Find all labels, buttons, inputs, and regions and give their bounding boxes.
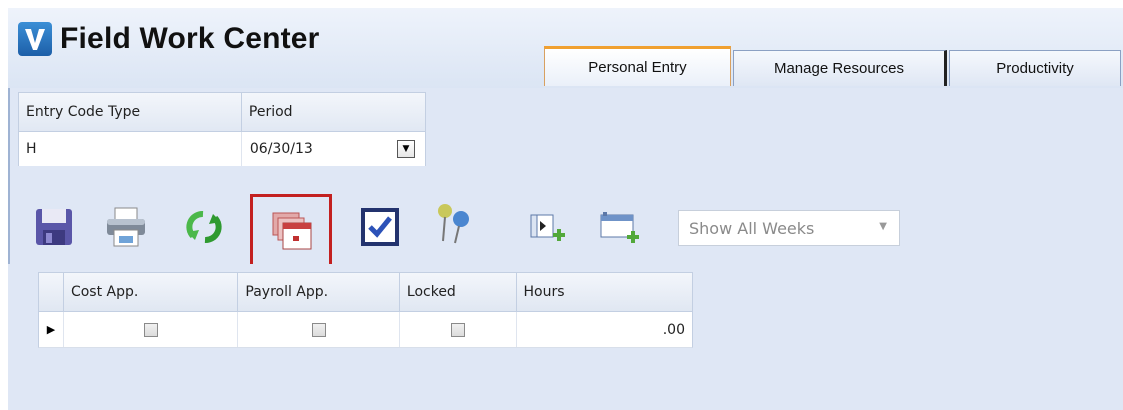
tab-productivity[interactable]: Productivity <box>949 50 1121 86</box>
filter-value-row: H 06/30/13 ▼ <box>18 132 426 166</box>
chevron-down-icon: ▼ <box>879 221 887 232</box>
tab-personal-entry[interactable]: Personal Entry <box>544 46 731 86</box>
app-logo-icon <box>18 22 52 56</box>
cost-app-cell <box>64 312 239 347</box>
app-header: Field Work Center <box>18 22 320 56</box>
table-row[interactable]: ▶ .00 <box>38 312 693 348</box>
locked-header[interactable]: Locked <box>400 273 517 311</box>
grid-header-row: Cost App. Payroll App. Locked Hours <box>38 272 693 312</box>
row-pointer-icon: ▶ <box>39 312 64 347</box>
hours-grid: Cost App. Payroll App. Locked Hours ▶ .0… <box>38 272 693 348</box>
tab-manage-resources[interactable]: Manage Resources <box>733 50 947 86</box>
checkmark-icon[interactable] <box>356 203 404 251</box>
save-icon[interactable] <box>30 203 78 251</box>
row-selector-header <box>39 273 64 311</box>
period-select[interactable]: 06/30/13 ▼ <box>242 132 425 166</box>
payroll-app-cell <box>238 312 400 347</box>
hours-header[interactable]: Hours <box>517 273 692 311</box>
period-value: 06/30/13 <box>249 141 313 157</box>
tab-bar: Personal Entry Manage Resources Producti… <box>544 46 1123 86</box>
weeks-select[interactable]: Show All Weeks ▼ <box>678 210 900 246</box>
filter-header-row: Entry Code Type Period <box>18 92 426 132</box>
entry-code-type-header: Entry Code Type <box>19 93 242 131</box>
add-column-icon[interactable] <box>525 205 573 253</box>
app-title: Field Work Center <box>60 22 320 55</box>
payroll-app-header[interactable]: Payroll App. <box>238 273 400 311</box>
print-icon[interactable] <box>102 203 150 251</box>
filter-panel: Entry Code Type Period H 06/30/13 ▼ <box>18 92 426 174</box>
payroll-app-checkbox[interactable] <box>311 322 326 337</box>
cost-app-checkbox[interactable] <box>143 322 158 337</box>
refresh-icon[interactable] <box>180 203 228 251</box>
period-header: Period <box>248 104 293 120</box>
pushpin-icon[interactable] <box>430 200 478 248</box>
cost-app-header[interactable]: Cost App. <box>64 273 239 311</box>
weeks-select-value: Show All Weeks <box>689 218 815 238</box>
hours-cell[interactable]: .00 <box>517 312 692 347</box>
locked-cell <box>400 312 517 347</box>
locked-checkbox[interactable] <box>450 322 465 337</box>
entry-code-type-field[interactable]: H <box>19 132 242 166</box>
add-row-icon[interactable] <box>597 205 645 253</box>
period-dropdown-icon[interactable]: ▼ <box>397 140 415 158</box>
calendar-icon[interactable] <box>250 194 332 268</box>
